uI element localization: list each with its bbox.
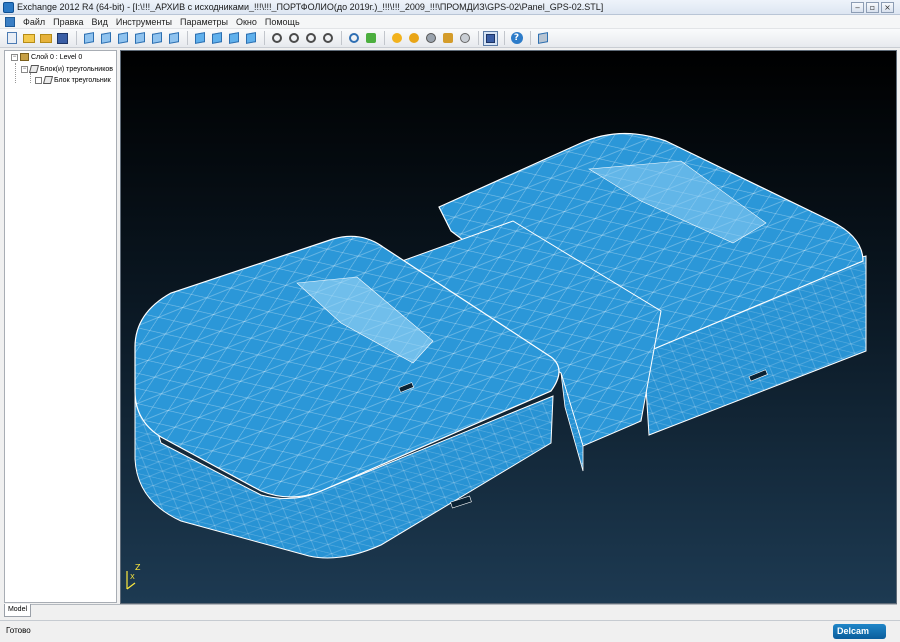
menu-file[interactable]: Файл: [19, 17, 49, 27]
window-controls: ‒ ▫ ×: [851, 1, 894, 13]
view-top-icon[interactable]: [209, 31, 224, 46]
menu-window[interactable]: Окно: [232, 17, 261, 27]
save-icon[interactable]: [55, 31, 70, 46]
shade-icon[interactable]: [389, 31, 404, 46]
axis-x-label: X: [130, 573, 135, 581]
triangle-block-icon: [28, 65, 40, 73]
tree-block-group-row[interactable]: − Блок(и) треугольников: [21, 65, 113, 73]
status-bar: Готово Delcam: [0, 620, 900, 642]
active-mode-icon[interactable]: [483, 30, 498, 46]
toolbar-separator: [187, 31, 188, 45]
document-tab-bar: Model: [4, 604, 897, 618]
axis-z-label: Z: [135, 563, 141, 572]
view-front-icon[interactable]: [192, 31, 207, 46]
tree-block-item-row[interactable]: Блок треугольник: [35, 76, 111, 84]
tree-block-item-label: Блок треугольник: [54, 76, 111, 84]
view-iso-1-icon[interactable]: [81, 31, 96, 46]
new-icon[interactable]: [4, 31, 19, 46]
refresh-icon[interactable]: [363, 31, 378, 46]
delcam-logo: Delcam: [833, 624, 886, 639]
menu-bar: Файл Правка Вид Инструменты Параметры Ок…: [0, 15, 900, 29]
toolbar-separator: [504, 31, 505, 45]
menu-help[interactable]: Помощь: [261, 17, 304, 27]
triangle-block-icon: [42, 76, 54, 84]
tree-layer-label: Слой 0 : Level 0: [31, 53, 83, 61]
status-text: Готово: [6, 626, 31, 635]
toolbar-separator: [478, 31, 479, 45]
toolbar-separator: [530, 31, 531, 45]
collapse-icon[interactable]: −: [11, 53, 18, 61]
window-title: Exchange 2012 R4 (64-bit) - [I:\!!!_АРХИ…: [17, 2, 604, 12]
zoom-in-icon[interactable]: [286, 31, 301, 46]
document-menu-icon[interactable]: [5, 16, 15, 27]
view-side-icon[interactable]: [226, 31, 241, 46]
maximize-button[interactable]: ▫: [866, 1, 879, 13]
app-icon: [3, 1, 14, 13]
view-iso-3-icon[interactable]: [115, 31, 130, 46]
menu-edit[interactable]: Правка: [49, 17, 87, 27]
menu-tools[interactable]: Инструменты: [112, 17, 176, 27]
toolbar: ?: [0, 29, 900, 48]
import-icon[interactable]: [38, 31, 53, 46]
toolbar-separator: [76, 31, 77, 45]
close-button[interactable]: ×: [881, 1, 894, 13]
tree-connector: [30, 73, 31, 83]
zoom-out-icon[interactable]: [303, 31, 318, 46]
rotate-icon[interactable]: [457, 31, 472, 46]
zoom-fit-icon[interactable]: [320, 31, 335, 46]
title-bar: Exchange 2012 R4 (64-bit) - [I:\!!!_АРХИ…: [0, 0, 900, 15]
zoom-icon[interactable]: [269, 31, 284, 46]
view-iso-6-icon[interactable]: [166, 31, 181, 46]
minimize-button[interactable]: ‒: [851, 1, 864, 13]
tree-connector: [15, 63, 16, 83]
pick-icon[interactable]: [440, 31, 455, 46]
view-iso-2-icon[interactable]: [98, 31, 113, 46]
toolbar-separator: [341, 31, 342, 45]
layer-icon: [20, 53, 29, 61]
collapse-icon[interactable]: −: [21, 65, 28, 73]
model-tree-panel: − Слой 0 : Level 0 − Блок(и) треугольник…: [4, 50, 117, 603]
stl-mesh-model: Z X: [126, 132, 867, 590]
tab-model[interactable]: Model: [4, 604, 31, 617]
tree-layer-row[interactable]: − Слой 0 : Level 0: [11, 53, 82, 61]
tree-block-group-label: Блок(и) треугольников: [40, 65, 113, 73]
zoom-box-icon[interactable]: [346, 31, 361, 46]
settings-icon[interactable]: [535, 31, 550, 46]
3d-viewport[interactable]: Z X: [120, 50, 897, 604]
view-iso-4-icon[interactable]: [132, 31, 147, 46]
axis-triad: Z X: [126, 563, 141, 590]
view-back-icon[interactable]: [243, 31, 258, 46]
help-icon[interactable]: ?: [509, 31, 524, 46]
globe-icon[interactable]: [423, 31, 438, 46]
open-icon[interactable]: [21, 31, 36, 46]
toolbar-separator: [384, 31, 385, 45]
light-icon[interactable]: [406, 31, 421, 46]
menu-parameters[interactable]: Параметры: [176, 17, 232, 27]
menu-view[interactable]: Вид: [88, 17, 112, 27]
visibility-checkbox[interactable]: [35, 76, 42, 84]
view-iso-5-icon[interactable]: [149, 31, 164, 46]
toolbar-separator: [264, 31, 265, 45]
